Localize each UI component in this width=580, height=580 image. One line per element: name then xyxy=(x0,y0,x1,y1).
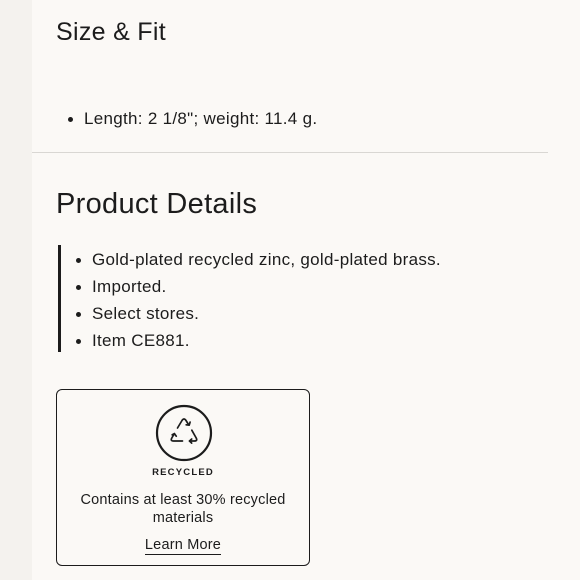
recycled-card: RECYCLED Contains at least 30% recycled … xyxy=(56,389,310,566)
product-details-item: Imported. xyxy=(74,273,441,300)
details-accent-bar xyxy=(58,245,61,352)
product-details-list: Gold-plated recycled zinc, gold-plated b… xyxy=(74,246,441,354)
size-fit-list: Length: 2 1/8"; weight: 11.4 g. xyxy=(66,107,317,131)
recycle-icon xyxy=(155,404,213,462)
recycled-description: Contains at least 30% recycled materials xyxy=(80,492,286,526)
learn-more-link[interactable]: Learn More xyxy=(144,537,222,555)
product-details-item: Select stores. xyxy=(74,300,441,327)
product-details-item: Gold-plated recycled zinc, gold-plated b… xyxy=(74,246,441,273)
left-gutter xyxy=(0,0,32,580)
product-details-item: Item CE881. xyxy=(74,327,441,354)
size-fit-item: Length: 2 1/8"; weight: 11.4 g. xyxy=(66,107,317,131)
size-fit-heading: Size & Fit xyxy=(56,18,166,46)
product-details-heading: Product Details xyxy=(56,188,258,220)
learn-more-container: Learn More xyxy=(57,536,309,555)
recycled-label: RECYCLED xyxy=(152,467,214,478)
section-divider xyxy=(32,152,548,153)
